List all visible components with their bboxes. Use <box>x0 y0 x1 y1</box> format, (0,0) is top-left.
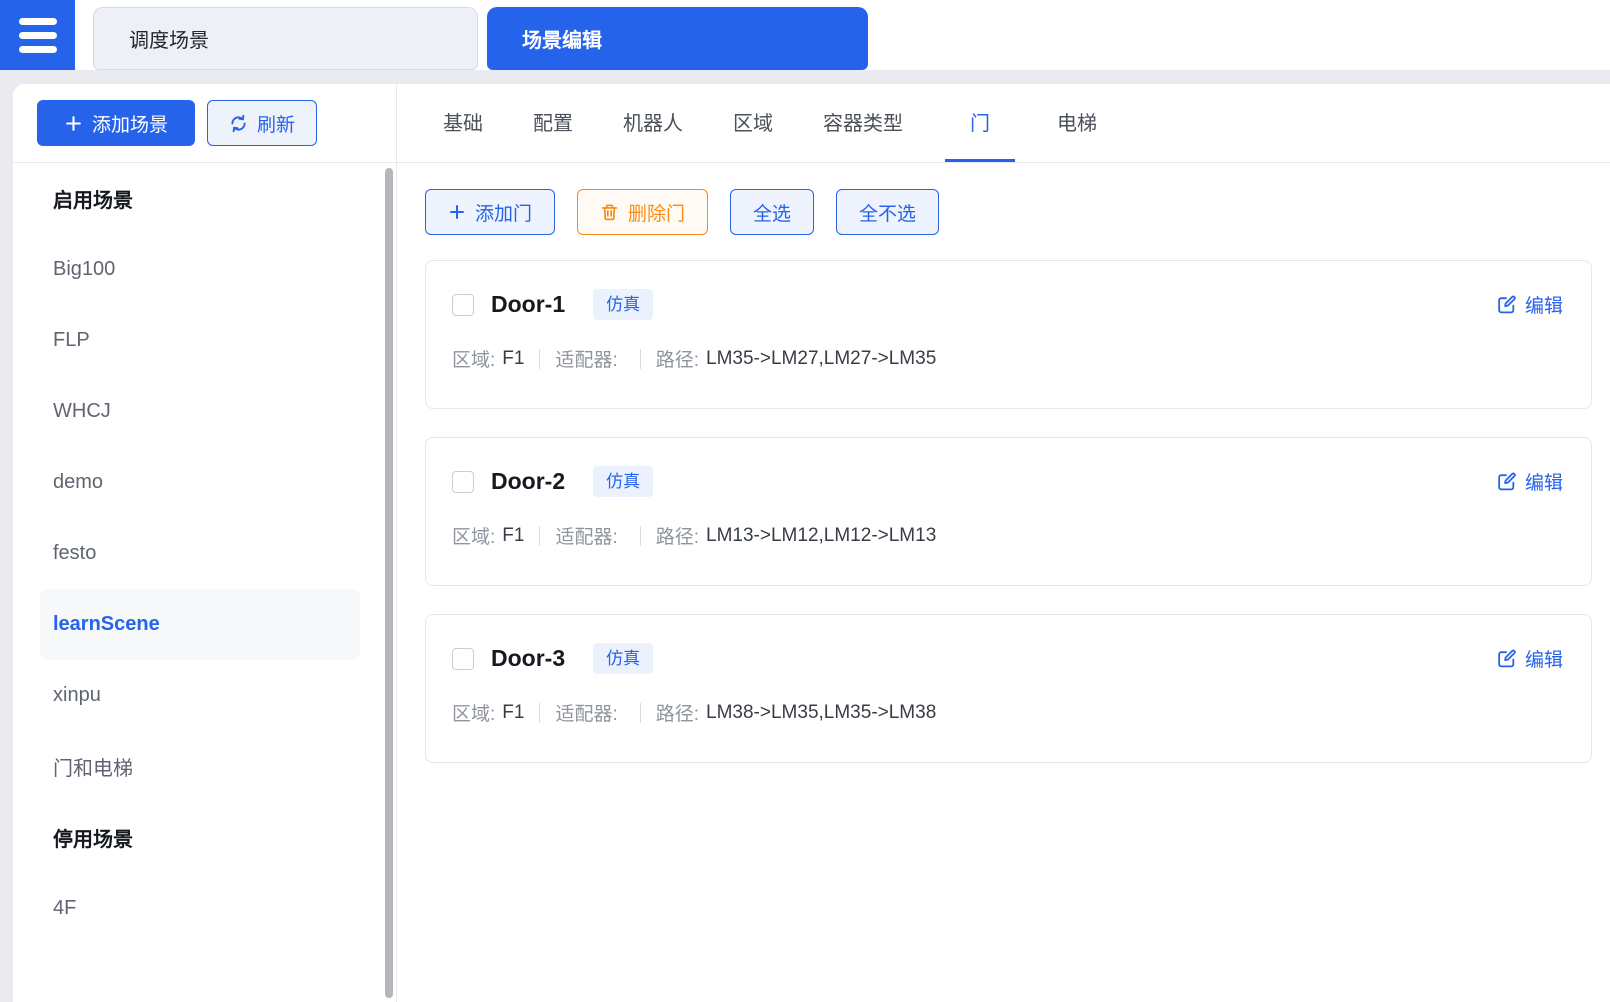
sidebar-item-big100[interactable]: Big100 <box>13 234 396 305</box>
add-door-label: 添加门 <box>475 203 533 225</box>
area-value: F1 <box>502 524 525 546</box>
door-1-edit-button[interactable]: 编辑 <box>1496 291 1563 318</box>
area-label: 区域: <box>452 350 496 371</box>
select-all-label: 全选 <box>753 203 792 225</box>
add-scene-button[interactable]: 添加场景 <box>37 100 195 146</box>
select-all-button[interactable]: 全选 <box>730 189 815 235</box>
disabled-scenes-header: 停用场景 <box>53 829 133 851</box>
meta-divider <box>639 525 641 546</box>
adapter-label: 适配器: <box>555 350 618 371</box>
add-scene-label: 添加场景 <box>91 114 168 136</box>
adapter-label: 适配器: <box>555 527 618 548</box>
scene-sidebar: 添加场景 刷新 启用场景 Big100 FLP WHCJ demo festo … <box>13 84 397 1002</box>
add-door-button[interactable]: 添加门 <box>425 189 556 235</box>
sidebar-item-4f[interactable]: 4F <box>13 873 396 944</box>
area-label: 区域: <box>452 704 496 725</box>
door-card-2: Door-2 仿真 编辑 区域: F1 适配器: 路径: LM13->LM12,… <box>425 437 1592 586</box>
sidebar-header: 添加场景 刷新 <box>13 84 396 163</box>
top-tab-label: 调度场景 <box>129 30 209 52</box>
scene-edit-main: 基础 配置 机器人 区域 容器类型 门 电梯 添加门 删除门 全选 全不选 Do… <box>397 84 1610 1002</box>
door-1-checkbox[interactable] <box>452 293 474 316</box>
path-label: 路径: <box>655 350 700 371</box>
tab-door[interactable]: 门 <box>945 84 1015 162</box>
enabled-scenes-header: 启用场景 <box>53 190 133 212</box>
tab-config[interactable]: 配置 <box>525 84 581 162</box>
sidebar-item-xinpu[interactable]: xinpu <box>13 660 396 731</box>
door-meta: 区域: F1 适配器: 路径: LM13->LM12,LM12->LM13 <box>452 522 1563 549</box>
area-value: F1 <box>502 347 525 369</box>
edit-icon <box>1498 295 1516 314</box>
door-name: Door-1 <box>491 291 566 317</box>
path-label: 路径: <box>655 527 700 548</box>
sidebar-item-demo[interactable]: demo <box>13 447 396 518</box>
edit-label: 编辑 <box>1524 296 1563 317</box>
refresh-button[interactable]: 刷新 <box>207 100 317 146</box>
select-none-button[interactable]: 全不选 <box>836 189 940 235</box>
sidebar-item-whcj[interactable]: WHCJ <box>13 376 396 447</box>
simulation-badge: 仿真 <box>593 466 654 497</box>
scene-list: 启用场景 Big100 FLP WHCJ demo festo learnSce… <box>13 163 396 944</box>
top-tab-label: 场景编辑 <box>522 30 602 52</box>
select-none-label: 全不选 <box>859 203 917 225</box>
meta-divider <box>539 348 541 369</box>
door-3-edit-button[interactable]: 编辑 <box>1496 645 1563 672</box>
refresh-icon <box>231 114 246 132</box>
top-bar: 调度场景 场景编辑 <box>0 0 1610 70</box>
meta-divider <box>539 702 541 723</box>
plus-icon <box>450 205 464 219</box>
door-2-checkbox[interactable] <box>452 470 474 493</box>
refresh-label: 刷新 <box>256 114 295 136</box>
tab-basic[interactable]: 基础 <box>435 84 491 162</box>
top-tab-dispatch-scene[interactable]: 调度场景 <box>93 7 478 70</box>
edit-icon <box>1498 472 1516 491</box>
meta-divider <box>539 525 541 546</box>
top-tab-scene-edit[interactable]: 场景编辑 <box>487 7 868 70</box>
door-meta: 区域: F1 适配器: 路径: LM38->LM35,LM35->LM38 <box>452 699 1563 726</box>
adapter-label: 适配器: <box>555 704 618 725</box>
tab-robot[interactable]: 机器人 <box>615 84 691 162</box>
path-value: LM38->LM35,LM35->LM38 <box>706 701 937 723</box>
edit-icon <box>1498 649 1516 668</box>
edit-label: 编辑 <box>1524 473 1563 494</box>
sidebar-item-learnscene[interactable]: learnScene <box>40 589 360 660</box>
content-panel: 添加场景 刷新 启用场景 Big100 FLP WHCJ demo festo … <box>13 84 1610 1002</box>
area-value: F1 <box>502 701 525 723</box>
hamburger-menu-button[interactable] <box>0 0 75 70</box>
delete-door-label: 删除门 <box>628 203 686 225</box>
door-3-checkbox[interactable] <box>452 647 474 670</box>
sidebar-item-door-elevator[interactable]: 门和电梯 <box>13 731 396 802</box>
sidebar-scrollbar-thumb[interactable] <box>385 168 393 998</box>
door-card-3: Door-3 仿真 编辑 区域: F1 适配器: 路径: LM38->LM35,… <box>425 614 1592 763</box>
door-name: Door-2 <box>491 468 566 494</box>
simulation-badge: 仿真 <box>593 289 654 320</box>
edit-tabs: 基础 配置 机器人 区域 容器类型 门 电梯 <box>397 84 1610 163</box>
path-value: LM13->LM12,LM12->LM13 <box>706 524 937 546</box>
simulation-badge: 仿真 <box>593 643 654 674</box>
tab-area[interactable]: 区域 <box>725 84 781 162</box>
meta-divider <box>639 702 641 723</box>
tab-container-type[interactable]: 容器类型 <box>815 84 911 162</box>
trash-icon <box>601 203 618 220</box>
door-2-edit-button[interactable]: 编辑 <box>1496 468 1563 495</box>
area-label: 区域: <box>452 527 496 548</box>
door-name: Door-3 <box>491 645 566 671</box>
sidebar-item-flp[interactable]: FLP <box>13 305 396 376</box>
delete-door-button[interactable]: 删除门 <box>577 189 709 235</box>
sidebar-item-festo[interactable]: festo <box>13 518 396 589</box>
path-value: LM35->LM27,LM27->LM35 <box>706 347 937 369</box>
door-meta: 区域: F1 适配器: 路径: LM35->LM27,LM27->LM35 <box>452 345 1563 372</box>
door-toolbar: 添加门 删除门 全选 全不选 <box>425 189 1610 235</box>
edit-label: 编辑 <box>1524 650 1563 671</box>
path-label: 路径: <box>655 704 700 725</box>
door-card-1: Door-1 仿真 编辑 区域: F1 适配器: 路径: LM35->LM27,… <box>425 260 1592 409</box>
plus-icon <box>66 115 81 131</box>
door-card-list: Door-1 仿真 编辑 区域: F1 适配器: 路径: LM35->LM27,… <box>425 260 1592 763</box>
tab-elevator[interactable]: 电梯 <box>1049 84 1105 162</box>
meta-divider <box>639 348 641 369</box>
